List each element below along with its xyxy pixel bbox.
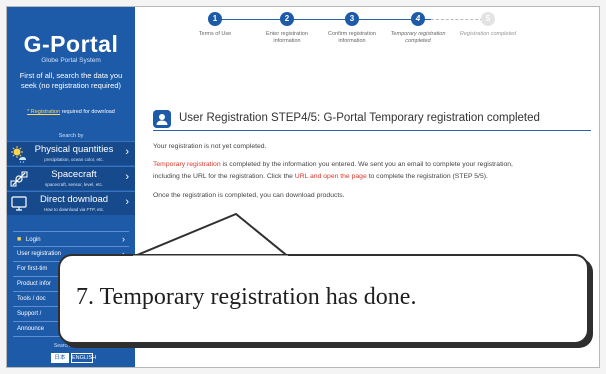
- chevron-right-icon: ›: [122, 234, 125, 244]
- chevron-right-icon: ›: [125, 196, 129, 208]
- sidebar-item-label: Login: [25, 237, 41, 243]
- intro-note: * Registration required for download: [11, 109, 131, 115]
- category-title: Physical quantities: [34, 144, 114, 155]
- sidebar-item-login[interactable]: ■ Login ›: [13, 232, 129, 247]
- step-3-badge: 3: [345, 12, 359, 26]
- language-english-button[interactable]: ENGLISH: [71, 353, 96, 363]
- direct-download-icon: [11, 196, 27, 211]
- site-logo-subtitle: Globe Portal System: [41, 57, 101, 64]
- chevron-right-icon: ›: [125, 146, 129, 158]
- category-title: Direct download: [39, 194, 109, 205]
- step-connector: [215, 19, 431, 20]
- category-title: Spacecraft: [51, 169, 97, 180]
- language-japanese-button[interactable]: 日本語: [51, 353, 69, 367]
- category-direct-download[interactable]: Direct download How to download via FTP,…: [7, 191, 135, 215]
- paragraph-text: to complete the registration (STEP 5/5).: [366, 173, 488, 180]
- registration-link[interactable]: * Registration: [27, 109, 60, 115]
- category-subtitle: How to download via FTP, etc.: [43, 207, 105, 212]
- paragraph-text: including the URL for the registration. …: [153, 173, 295, 180]
- category-spacecraft[interactable]: Spacecraft spacecraft, sensor, level, et…: [7, 166, 135, 190]
- callout-text: 7. Temporary registration has done.: [76, 284, 417, 310]
- search-by-label: Search by: [58, 133, 84, 139]
- step-1-badge: 1: [208, 12, 222, 26]
- category-subtitle: spacecraft, sensor, level, etc.: [44, 182, 104, 187]
- step-4-badge: 4: [411, 12, 425, 26]
- step-1-label: Terms of Use: [198, 31, 232, 37]
- user-registration-icon: [153, 110, 171, 128]
- callout-box: 7. Temporary registration has done.: [58, 254, 589, 344]
- step-5-label: Registration completed: [459, 31, 517, 37]
- step-4-label: Temporary registration completed: [390, 31, 446, 44]
- sidebar-item-label: User registration: [17, 251, 62, 257]
- step-5-badge: 5: [481, 12, 495, 26]
- info-paragraph: Temporary registration is completed by t…: [153, 159, 593, 183]
- completion-note: Once the registration is completed, you …: [153, 192, 345, 199]
- sidebar-item-label: Tools / doc: [17, 296, 46, 302]
- sidebar-item-label: Support /: [17, 311, 42, 317]
- paragraph-text: is completed by the information you ente…: [220, 161, 513, 168]
- step-2-label: Enter registration information: [266, 31, 308, 44]
- sidebar-item-label: Product infor: [17, 281, 52, 287]
- intro-text: First of all, search the data you seek (…: [19, 71, 123, 90]
- page-title: User Registration STEP4/5: G-Portal Temp…: [179, 112, 540, 124]
- category-physical-quantities[interactable]: Physical quantities precipitation, ocean…: [7, 141, 135, 165]
- category-subtitle: precipitation, ocean color, etc.: [44, 157, 104, 162]
- chevron-right-icon: ›: [125, 171, 129, 183]
- step-3-label: Confirm registration information: [328, 31, 376, 44]
- site-logo[interactable]: G-Portal: [7, 31, 135, 58]
- step-connector-pending: [431, 19, 483, 20]
- spacecraft-icon: [10, 171, 28, 187]
- sidebar-item-label: Announce: [17, 326, 45, 332]
- highlight-text: URL and open the page: [294, 173, 367, 180]
- registration-steps: 1 Terms of Use 2 Enter registration info…: [135, 7, 599, 91]
- intro-note-text: required for download: [60, 109, 115, 115]
- sidebar-item-label: For first-tim: [17, 266, 48, 272]
- physical-quantities-icon: [11, 146, 26, 163]
- user-icon: ■: [17, 236, 22, 243]
- page-heading: User Registration STEP4/5: G-Portal Temp…: [153, 107, 591, 131]
- step-2-badge: 2: [280, 12, 294, 26]
- status-message: Your registration is not yet completed.: [153, 143, 267, 150]
- highlight-text: Temporary registration: [153, 161, 221, 168]
